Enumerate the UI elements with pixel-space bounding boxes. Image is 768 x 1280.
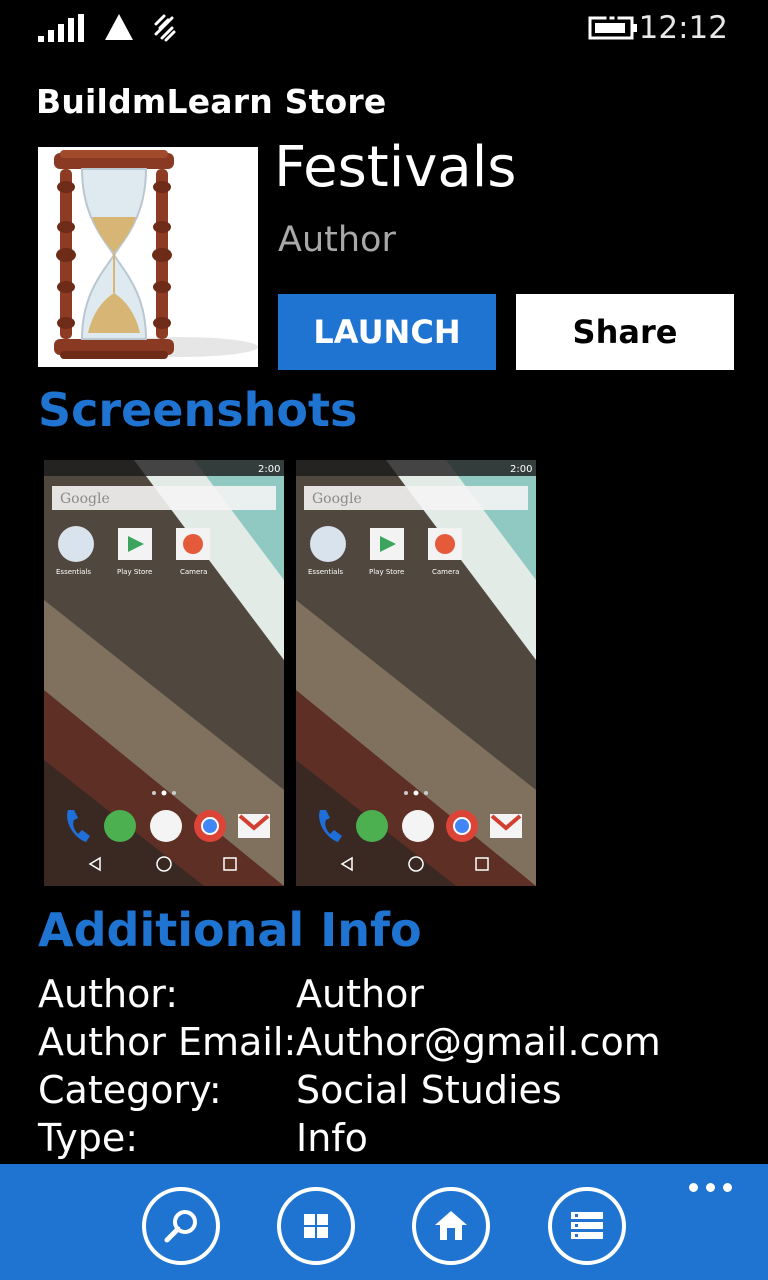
info-value-category: Social Studies (296, 1068, 562, 1112)
screenshot-thumbnail[interactable]: 2:00 Google Essentials Play Store Camera (44, 460, 284, 886)
screenshot-app-label: Play Store (117, 568, 152, 576)
app-title: BuildmLearn Store (36, 82, 387, 121)
data-triangle-icon (105, 14, 133, 40)
more-options-button[interactable] (689, 1183, 732, 1192)
screenshots-heading: Screenshots (38, 383, 358, 434)
launch-button[interactable]: LAUNCH (278, 294, 496, 370)
apps-grid-icon (304, 1214, 328, 1238)
app-name: Festivals (274, 135, 517, 200)
home-icon (435, 1211, 467, 1240)
app-icon-hourglass (38, 147, 258, 367)
app-bar (0, 1164, 768, 1280)
list-icon (571, 1212, 603, 1239)
android-home-screenshot: 2:00 Google Essentials Play Store Camera (44, 460, 284, 886)
app-author: Author (278, 220, 396, 260)
search-icon (164, 1210, 197, 1243)
battery-charging-icon (588, 16, 637, 40)
search-button[interactable] (142, 1187, 220, 1265)
screenshot-thumbnail[interactable]: 2:00 Google Essentials Play Store Camera (296, 460, 536, 886)
screenshot-app-label: Essentials (308, 568, 343, 576)
screenshot-app-label: Essentials (56, 568, 91, 576)
status-time: 12:12 (638, 10, 728, 46)
screenshot-search-text: Google (312, 491, 362, 507)
signal-strength-icon (38, 14, 86, 42)
screenshots-section: Screenshots (0, 372, 768, 434)
wifi-sense-icon (154, 14, 176, 42)
info-value-email: Author@gmail.com (296, 1020, 661, 1064)
android-home-screenshot: 2:00 Google Essentials Play Store Camera (296, 460, 536, 886)
more-icon (706, 1183, 715, 1192)
info-label-email: Author Email: (38, 1020, 297, 1064)
additional-info-heading: Additional Info (38, 903, 422, 957)
apps-grid-button[interactable] (277, 1187, 355, 1265)
hourglass-icon (54, 150, 258, 359)
info-value-author: Author (296, 972, 424, 1016)
list-button[interactable] (548, 1187, 626, 1265)
more-icon (723, 1183, 732, 1192)
screenshot-app-label: Camera (180, 568, 207, 576)
screenshot-status-time: 2:00 (258, 464, 280, 475)
screenshot-search-text: Google (60, 491, 110, 507)
info-value-type: Info (296, 1116, 368, 1160)
info-label-category: Category: (38, 1068, 222, 1112)
screenshot-status-time: 2:00 (510, 464, 532, 475)
info-label-author: Author: (38, 972, 179, 1016)
share-button[interactable]: Share (516, 294, 734, 370)
screenshot-app-label: Camera (432, 568, 459, 576)
screenshot-app-label: Play Store (369, 568, 404, 576)
home-button[interactable] (412, 1187, 490, 1265)
info-label-type: Type: (38, 1116, 139, 1160)
more-icon (689, 1183, 698, 1192)
status-bar: 12:12 (0, 0, 768, 58)
